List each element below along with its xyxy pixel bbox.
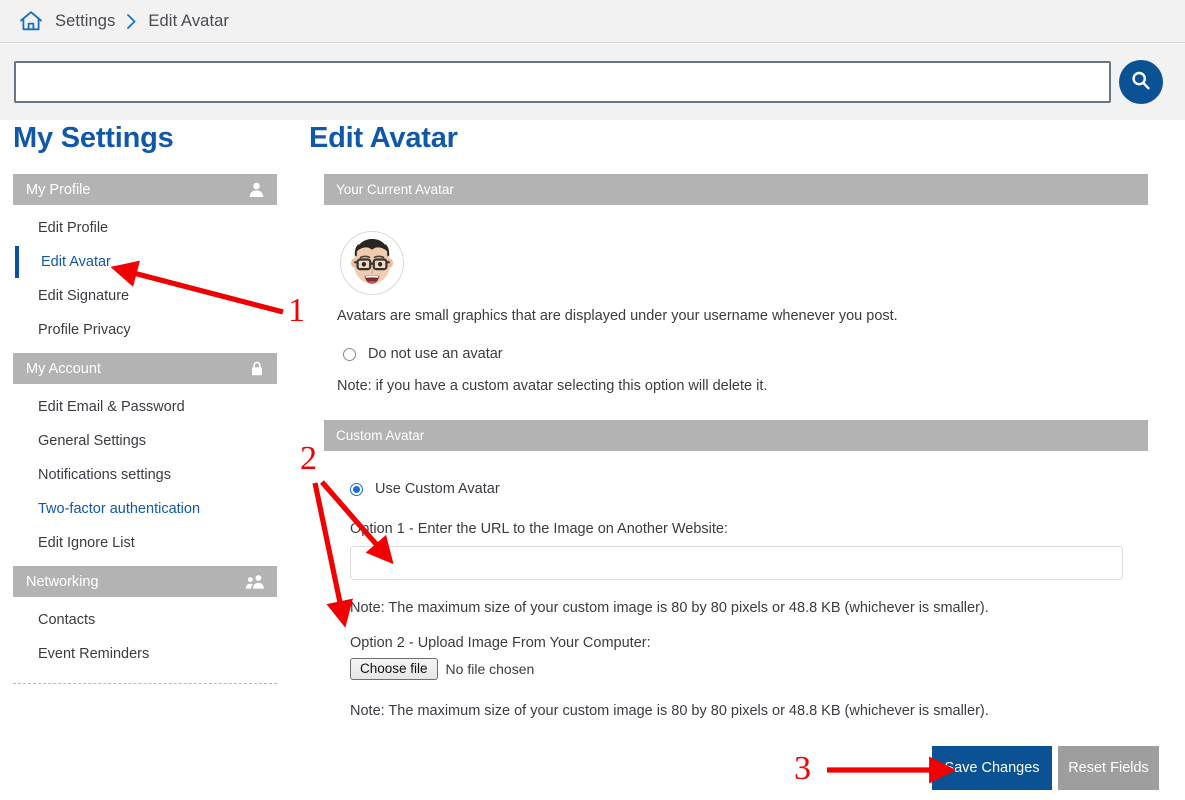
sidebar-item-label: Event Reminders <box>38 646 150 662</box>
home-icon[interactable] <box>18 9 44 33</box>
panel-header-label: Custom Avatar <box>336 428 425 443</box>
panel-body-current-avatar: Avatars are small graphics that are disp… <box>324 231 1148 394</box>
avatar-description: Avatars are small graphics that are disp… <box>337 308 898 324</box>
search-input[interactable] <box>14 61 1111 103</box>
sidebar-item-edit-ignore-list[interactable]: Edit Ignore List <box>13 526 277 560</box>
custom-avatar-note-1: Note: The maximum size of your custom im… <box>350 600 989 616</box>
sidebar-item-contacts[interactable]: Contacts <box>13 603 277 637</box>
memoji-avatar-icon <box>342 232 402 294</box>
sidebar-item-label: Edit Ignore List <box>38 535 135 551</box>
option1-label: Option 1 - Enter the URL to the Image on… <box>350 521 729 537</box>
breadcrumb: Settings Edit Avatar <box>0 0 1185 43</box>
choose-file-button[interactable]: Choose file <box>350 658 438 680</box>
sidebar-section-my-profile: My Profile <box>13 174 277 205</box>
sidebar-item-edit-profile[interactable]: Edit Profile <box>13 211 277 245</box>
annotation-marker-1: 1 <box>288 292 305 329</box>
chevron-right-icon <box>126 13 137 30</box>
use-custom-avatar-radio[interactable] <box>350 482 363 496</box>
save-changes-button[interactable]: Save Changes <box>932 746 1052 790</box>
lock-icon <box>249 360 265 377</box>
sidebar-section-label: My Profile <box>26 181 91 198</box>
search-button[interactable] <box>1119 60 1163 104</box>
panel-header-custom-avatar: Custom Avatar <box>324 420 1148 451</box>
panel-header-current-avatar: Your Current Avatar <box>324 174 1148 205</box>
sidebar-item-event-reminders[interactable]: Event Reminders <box>13 637 277 671</box>
no-avatar-label: Do not use an avatar <box>368 346 503 362</box>
panel-body-custom-avatar: Use Custom Avatar Option 1 - Enter the U… <box>324 481 1148 719</box>
user-icon <box>248 181 265 198</box>
use-custom-avatar-label: Use Custom Avatar <box>375 481 500 497</box>
sidebar-item-profile-privacy[interactable]: Profile Privacy <box>13 313 277 347</box>
sidebar-item-two-factor-authentication[interactable]: Two-factor authentication <box>13 492 277 526</box>
form-actions: Save Changes Reset Fields <box>932 746 1159 790</box>
sidebar-item-label: Edit Signature <box>38 288 130 304</box>
use-custom-avatar-option-row[interactable]: Use Custom Avatar <box>350 481 1148 497</box>
sidebar-item-label: Profile Privacy <box>38 322 131 338</box>
main-content: Your Current Avatar Avatars are small gr… <box>324 174 1148 719</box>
sidebar-section-label: My Account <box>26 360 101 377</box>
sidebar-item-label: Edit Email & Password <box>38 399 185 415</box>
breadcrumb-item-settings[interactable]: Settings <box>55 12 115 31</box>
sidebar-title: My Settings <box>13 122 174 154</box>
sidebar-item-edit-avatar[interactable]: Edit Avatar <box>13 245 277 279</box>
sidebar-item-notifications-settings[interactable]: Notifications settings <box>13 458 277 492</box>
no-avatar-note: Note: if you have a custom avatar select… <box>337 378 768 394</box>
search-bar <box>0 44 1185 120</box>
sidebar-item-edit-signature[interactable]: Edit Signature <box>13 279 277 313</box>
page-root: Settings Edit Avatar My Settings Edit Av… <box>0 0 1185 800</box>
annotation-marker-2: 2 <box>300 440 317 477</box>
breadcrumb-item-current: Edit Avatar <box>148 11 230 30</box>
sidebar-item-general-settings[interactable]: General Settings <box>13 424 277 458</box>
avatar-file-input[interactable]: Choose file No file chosen <box>350 658 1148 680</box>
settings-sidebar: My Profile Edit Profile Edit Avatar Edit… <box>13 174 277 684</box>
sidebar-item-label: Notifications settings <box>38 467 171 483</box>
sidebar-section-my-account: My Account <box>13 353 277 384</box>
no-avatar-option-row[interactable]: Do not use an avatar <box>343 346 1148 362</box>
sidebar-item-label: Contacts <box>38 612 96 628</box>
search-icon <box>1128 68 1154 97</box>
annotation-marker-3: 3 <box>794 750 811 787</box>
sidebar-section-label: Networking <box>26 573 99 590</box>
avatar <box>340 231 404 295</box>
no-avatar-radio[interactable] <box>343 347 356 361</box>
avatar-url-input[interactable] <box>350 546 1123 580</box>
page-title: Edit Avatar <box>309 122 458 154</box>
sidebar-item-label: Edit Profile <box>38 220 109 236</box>
sidebar-divider <box>13 683 277 684</box>
people-icon <box>245 574 265 590</box>
sidebar-item-label: Edit Avatar <box>41 254 111 270</box>
file-status-label: No file chosen <box>445 661 535 677</box>
panel-header-label: Your Current Avatar <box>336 182 454 197</box>
sidebar-section-networking: Networking <box>13 566 277 597</box>
custom-avatar-note-2: Note: The maximum size of your custom im… <box>350 703 989 719</box>
sidebar-item-label: General Settings <box>38 433 147 449</box>
sidebar-item-label: Two-factor authentication <box>38 501 201 517</box>
reset-fields-button[interactable]: Reset Fields <box>1058 746 1159 790</box>
sidebar-item-edit-email-password[interactable]: Edit Email & Password <box>13 390 277 424</box>
option2-label: Option 2 - Upload Image From Your Comput… <box>350 635 651 651</box>
